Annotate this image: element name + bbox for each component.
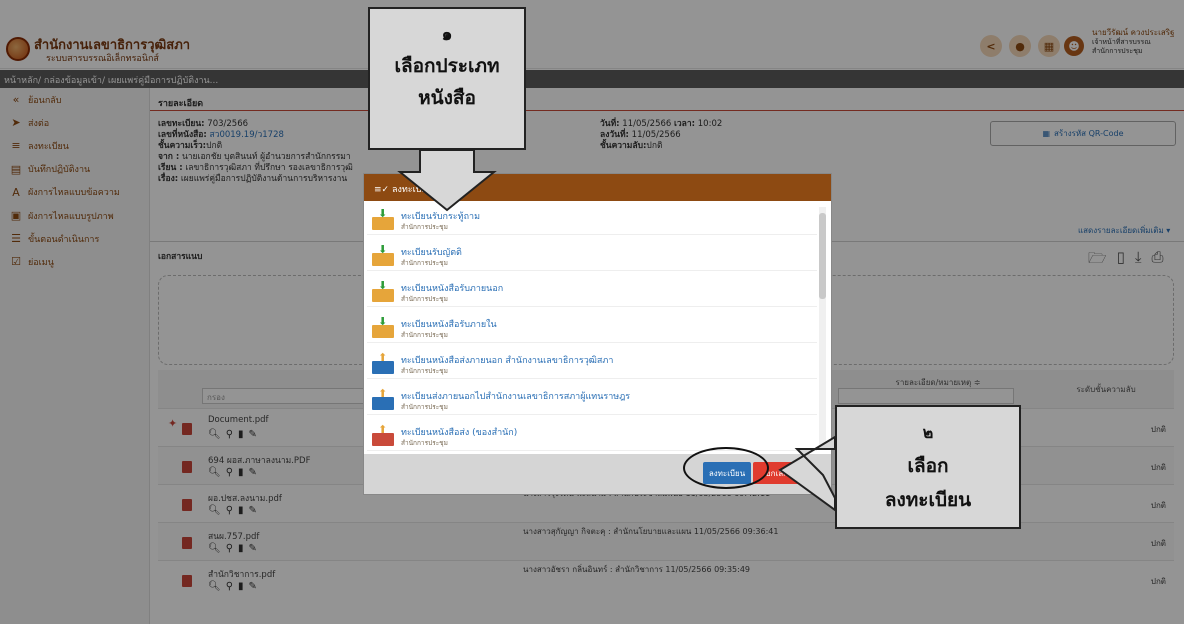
step1-line1: เลือกประเภท (394, 55, 500, 77)
callout-arrow-left (778, 435, 836, 512)
step2-line2: ลงทะเบียน (884, 489, 972, 511)
step2-number: ๒ (922, 423, 934, 442)
step2-callout: ๒ เลือก ลงทะเบียน (835, 405, 1021, 529)
callout-arrows (397, 149, 836, 512)
step1-line2: หนังสือ (418, 87, 476, 109)
step1-number: ๑ (441, 25, 453, 45)
step2-line1: เลือก (907, 455, 949, 477)
callout-arrow-down (397, 149, 497, 212)
step1-callout: ๑ เลือกประเภท หนังสือ (368, 7, 526, 150)
